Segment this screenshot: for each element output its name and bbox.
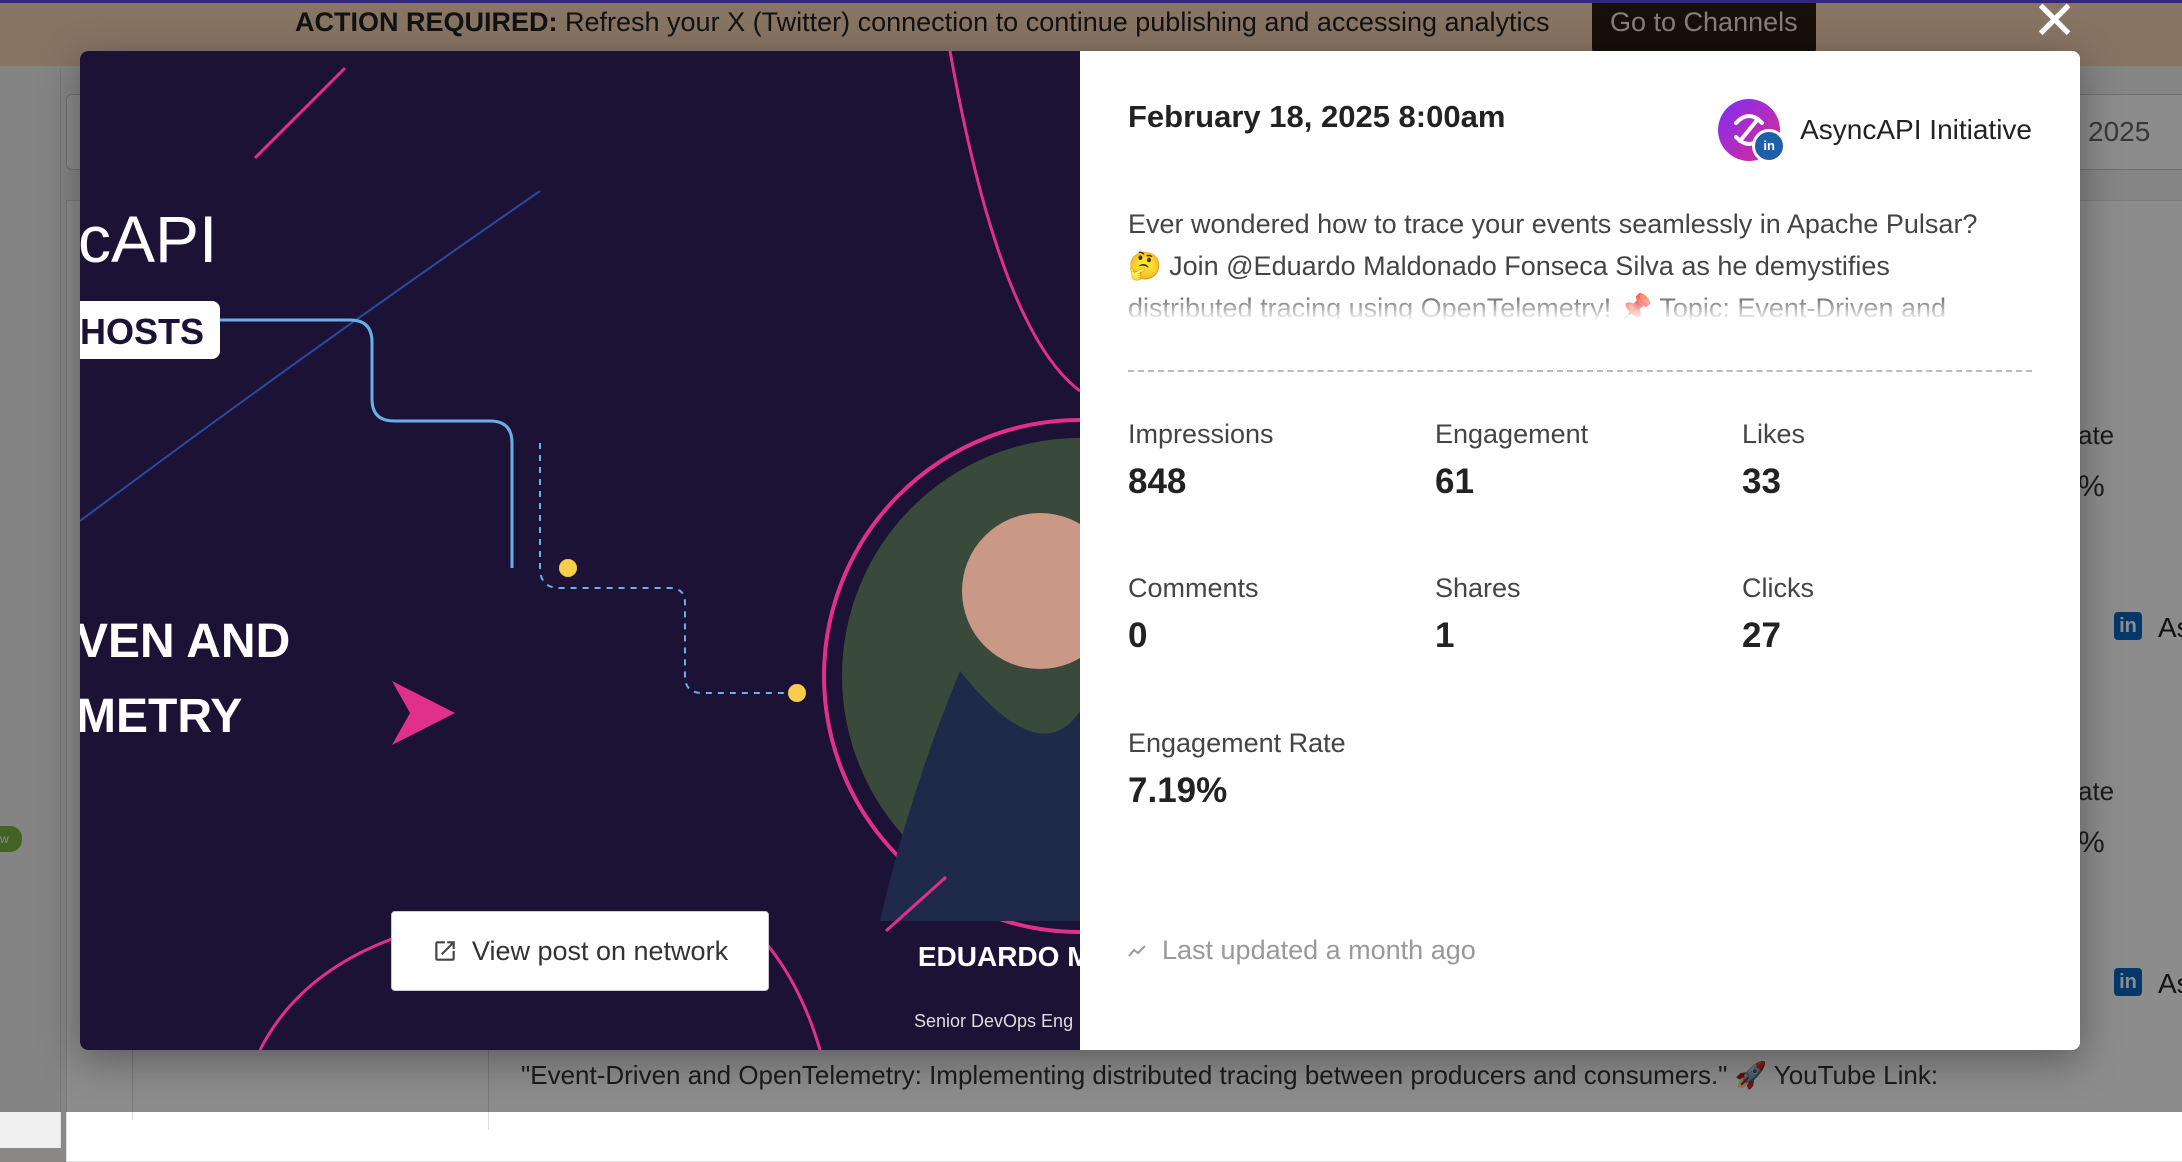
stat-label: Clicks [1742, 573, 1814, 603]
post-image-art [80, 51, 1080, 1050]
last-updated-text: Last updated a month ago [1162, 935, 1476, 965]
stat-label: Engagement Rate [1128, 728, 1346, 758]
post-info-panel: February 18, 2025 8:00am AsyncAPI Initia… [1080, 51, 2080, 1050]
view-post-on-network-button[interactable]: View post on network [391, 911, 769, 991]
stat-engagement-rate: Engagement Rate 7.19% [1128, 728, 1428, 811]
stat-value: 848 [1128, 462, 1187, 501]
stat-impressions: Impressions 848 [1128, 419, 1428, 502]
last-updated: Last updated a month ago [1128, 935, 1476, 966]
view-post-label: View post on network [471, 935, 729, 966]
stat-label: Likes [1742, 419, 1806, 449]
post-details-modal: cAPI HOSTS VEN AND METRY EDUARDO M FONSE… [80, 51, 2080, 1050]
divider [1128, 370, 2032, 372]
speaker-role: Senior DevOps Eng [914, 1011, 1074, 1031]
stat-clicks: Clicks 27 [1742, 573, 2042, 656]
stat-value: 33 [1742, 462, 1781, 501]
stat-likes: Likes 33 [1742, 419, 2042, 502]
image-title-line3: METRY [80, 690, 243, 743]
stat-label: Engagement [1435, 419, 1589, 449]
image-title-line2: VEN AND [80, 615, 291, 668]
stat-value: 27 [1742, 616, 1781, 655]
stat-value: 0 [1128, 616, 1148, 655]
account-name: AsyncAPI Initiative [1800, 114, 2032, 145]
external-link-icon [435, 941, 455, 961]
stat-label: Shares [1435, 573, 1521, 603]
image-title-line1: cAPI [80, 202, 218, 276]
trend-icon [1128, 944, 1146, 957]
stat-comments: Comments 0 [1128, 573, 1428, 656]
stat-engagement: Engagement 61 [1435, 419, 1735, 502]
stat-value: 7.19% [1128, 771, 1228, 810]
close-icon[interactable]: ✕ [2032, 0, 2077, 48]
post-image: cAPI HOSTS VEN AND METRY EDUARDO M FONSE… [80, 51, 1080, 1050]
linkedin-icon [1752, 129, 1787, 163]
account-info: AsyncAPI Initiative [1718, 99, 2032, 163]
post-text: Ever wondered how to trace your events s… [1128, 203, 2008, 321]
stat-label: Comments [1128, 573, 1259, 603]
stat-value: 1 [1435, 616, 1455, 655]
post-date: February 18, 2025 8:00am [1128, 99, 1506, 134]
stat-value: 61 [1435, 462, 1474, 501]
stat-label: Impressions [1128, 419, 1274, 449]
hosts-pill: HOSTS [80, 301, 220, 359]
stat-shares: Shares 1 [1435, 573, 1735, 656]
avatar [1718, 99, 1787, 163]
speaker-name: EDUARDO M FONSEC [917, 941, 1080, 972]
